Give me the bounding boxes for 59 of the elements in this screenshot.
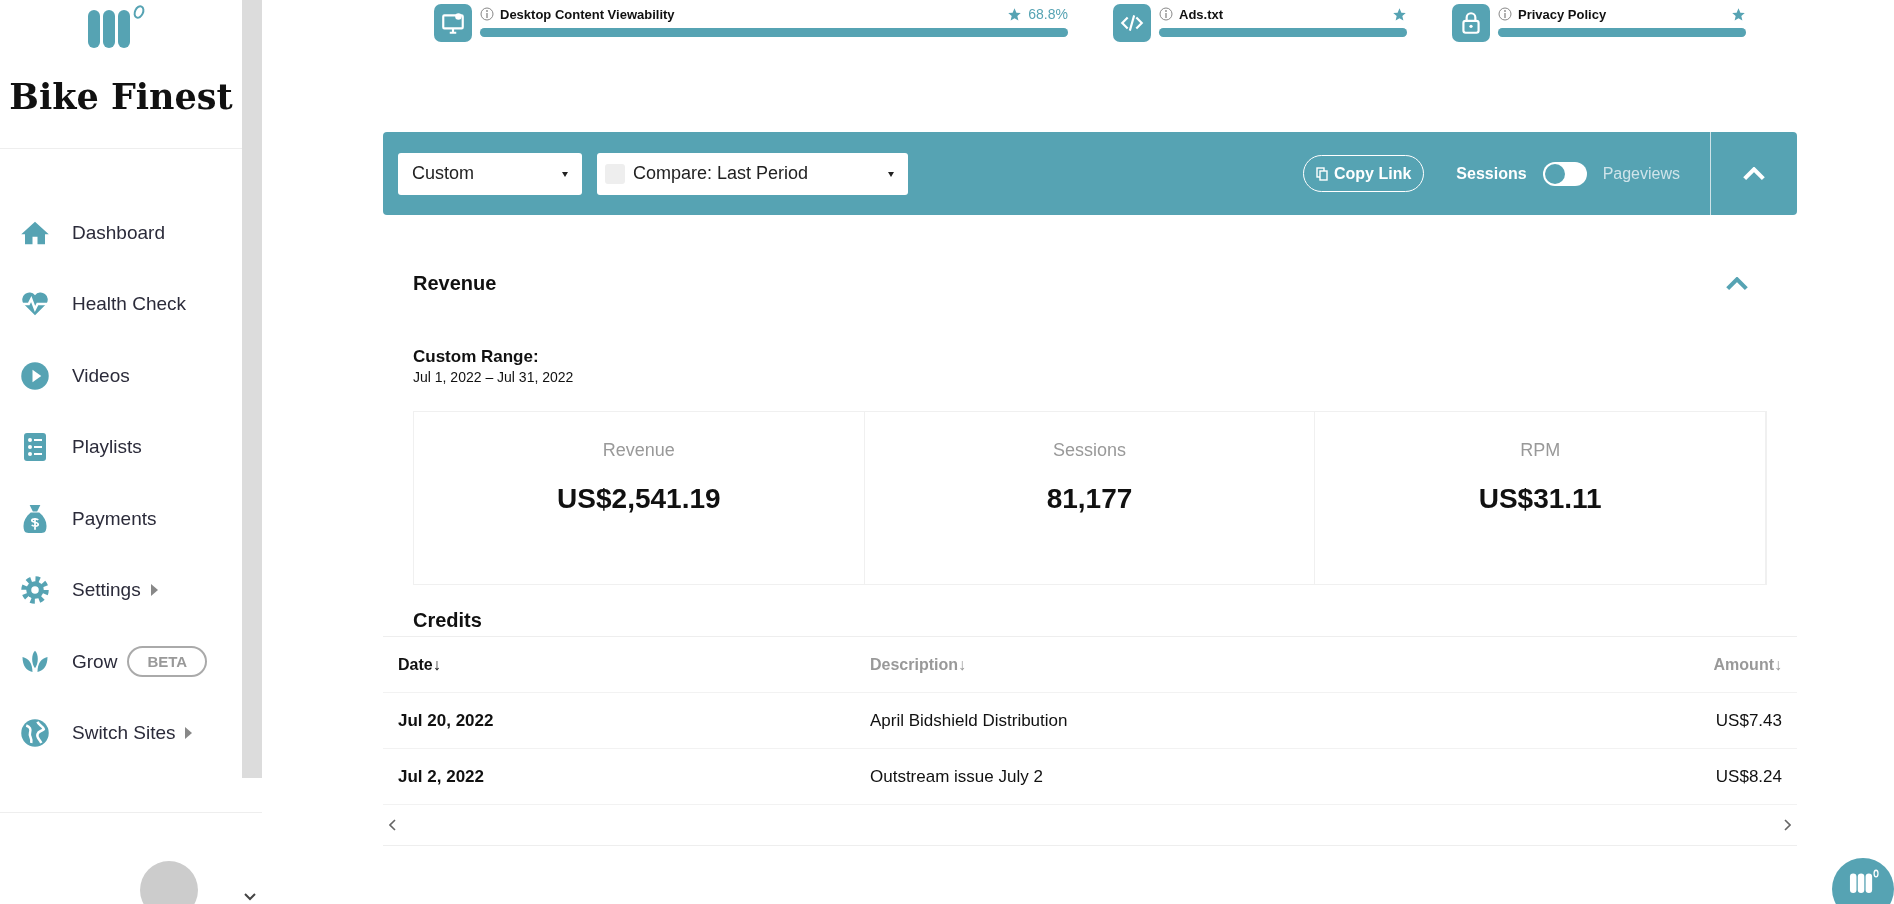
stat-value: 81,177 xyxy=(1045,483,1134,515)
stat-label: Sessions xyxy=(1051,440,1127,461)
caret-icon xyxy=(562,171,568,177)
beta-badge: BETA xyxy=(127,646,208,678)
monitor-eye-icon xyxy=(434,4,472,42)
site-name: Bike Finest xyxy=(9,76,233,117)
table-cell-text: Jul 2, 2022 xyxy=(398,766,485,787)
nav-item[interactable]: Health Check xyxy=(72,293,187,316)
nav-item[interactable]: Settings xyxy=(72,579,141,602)
settings-icon xyxy=(20,575,50,606)
compare-dropdown[interactable]: Compare: Last Period xyxy=(597,152,908,195)
play-icon xyxy=(20,360,50,391)
table-cell-text: April Bidshield Distribution xyxy=(870,710,1069,731)
metric-label: Desktop Content Viewability xyxy=(500,6,676,22)
stat-label: RPM xyxy=(1519,440,1562,461)
logo-icon xyxy=(86,4,146,50)
nav-item[interactable]: Payments xyxy=(72,507,157,530)
caret-icon xyxy=(888,171,894,177)
metric-label: Privacy Policy xyxy=(1518,6,1608,22)
metric-label: Ads.txt xyxy=(1179,6,1225,22)
nav-item[interactable]: Dashboard xyxy=(72,221,165,244)
chevron-down-icon[interactable] xyxy=(244,893,256,901)
info-icon[interactable] xyxy=(480,7,494,21)
range-dropdown[interactable]: Custom xyxy=(398,152,582,195)
globe-icon xyxy=(20,718,50,749)
column-header[interactable]: Date↓ xyxy=(398,655,870,674)
star-icon xyxy=(1731,6,1746,22)
section-title: Revenue xyxy=(413,272,497,295)
copy-icon xyxy=(1316,166,1328,181)
info-icon[interactable] xyxy=(1159,7,1173,21)
table-cell: US$8.24 xyxy=(1715,766,1782,787)
nav-item[interactable]: Videos xyxy=(72,364,130,387)
toggle-label: Pageviews xyxy=(1602,164,1680,183)
avatar-icon[interactable] xyxy=(140,861,198,904)
metric-score: 68.8% xyxy=(1028,6,1068,22)
stat-value: US$2,541.19 xyxy=(556,483,722,515)
chat-launcher-button[interactable] xyxy=(1832,858,1894,904)
toggle-label: Sessions xyxy=(1456,164,1527,183)
code-icon xyxy=(1113,4,1151,42)
chevron-up-icon[interactable] xyxy=(1725,276,1749,291)
table-cell-text: Jul 20, 2022 xyxy=(398,710,495,731)
nav-item[interactable]: Grow xyxy=(72,650,118,673)
star-icon xyxy=(1392,6,1407,22)
range-label: Custom Range: xyxy=(413,347,540,367)
nav-item[interactable]: Playlists xyxy=(72,436,142,459)
stat-label: Revenue xyxy=(601,440,676,461)
section-title: Credits xyxy=(413,609,483,632)
table-cell-text: Outstream issue July 2 xyxy=(870,766,1044,787)
lock-icon xyxy=(1452,4,1490,42)
info-icon[interactable] xyxy=(1498,7,1512,21)
chevron-up-icon xyxy=(1742,166,1766,181)
stat-value: US$31.11 xyxy=(1477,483,1603,515)
metric-toggle[interactable] xyxy=(1542,161,1587,186)
nav-item[interactable]: Switch Sites xyxy=(72,722,176,745)
scroll-right-icon[interactable] xyxy=(1783,819,1791,831)
star-icon xyxy=(1007,6,1023,22)
table-cell: US$7.43 xyxy=(1715,710,1782,731)
range-dates: Jul 1, 2022 – Jul 31, 2022 xyxy=(413,369,575,385)
scroll-left-icon[interactable] xyxy=(389,819,397,831)
